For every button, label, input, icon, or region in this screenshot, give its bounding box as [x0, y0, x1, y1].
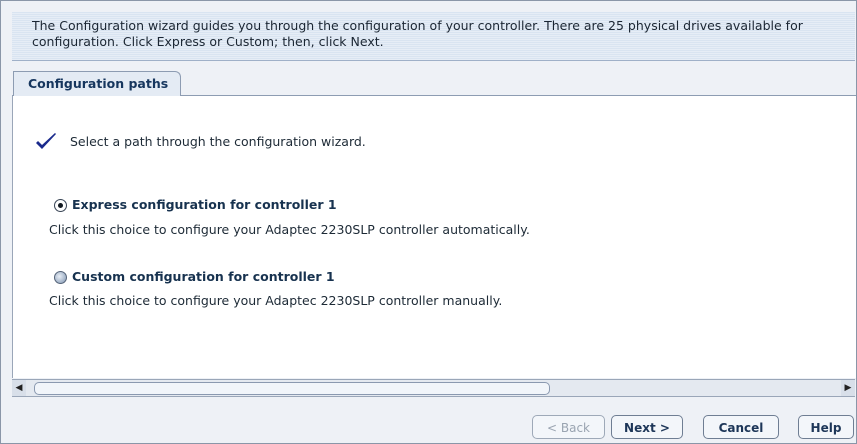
next-button[interactable]: Next > [611, 415, 683, 439]
scrollbar-thumb[interactable] [34, 382, 550, 395]
intro-text: Select a path through the configuration … [70, 134, 366, 149]
horizontal-scrollbar[interactable]: ◀ ▶ [12, 379, 855, 397]
custom-radio[interactable] [54, 271, 67, 284]
back-button[interactable]: < Back [532, 415, 605, 439]
content-panel: Select a path through the configuration … [12, 95, 856, 378]
express-option-title[interactable]: Express configuration for controller 1 [72, 197, 337, 212]
wizard-window: The Configuration wizard guides you thro… [0, 0, 857, 444]
custom-option-title[interactable]: Custom configuration for controller 1 [72, 269, 335, 284]
express-radio[interactable] [54, 199, 67, 212]
cancel-button[interactable]: Cancel [703, 415, 779, 439]
checkmark-icon [36, 133, 56, 149]
tab-configuration-paths[interactable]: Configuration paths [13, 71, 182, 96]
wizard-header: The Configuration wizard guides you thro… [12, 12, 855, 61]
arrow-left-icon[interactable]: ◀ [12, 380, 26, 396]
arrow-right-icon[interactable]: ▶ [841, 380, 855, 396]
express-option-description: Click this choice to configure your Adap… [49, 222, 530, 237]
header-description: The Configuration wizard guides you thro… [32, 18, 803, 49]
custom-option-description: Click this choice to configure your Adap… [49, 293, 503, 308]
help-button[interactable]: Help [798, 415, 854, 439]
